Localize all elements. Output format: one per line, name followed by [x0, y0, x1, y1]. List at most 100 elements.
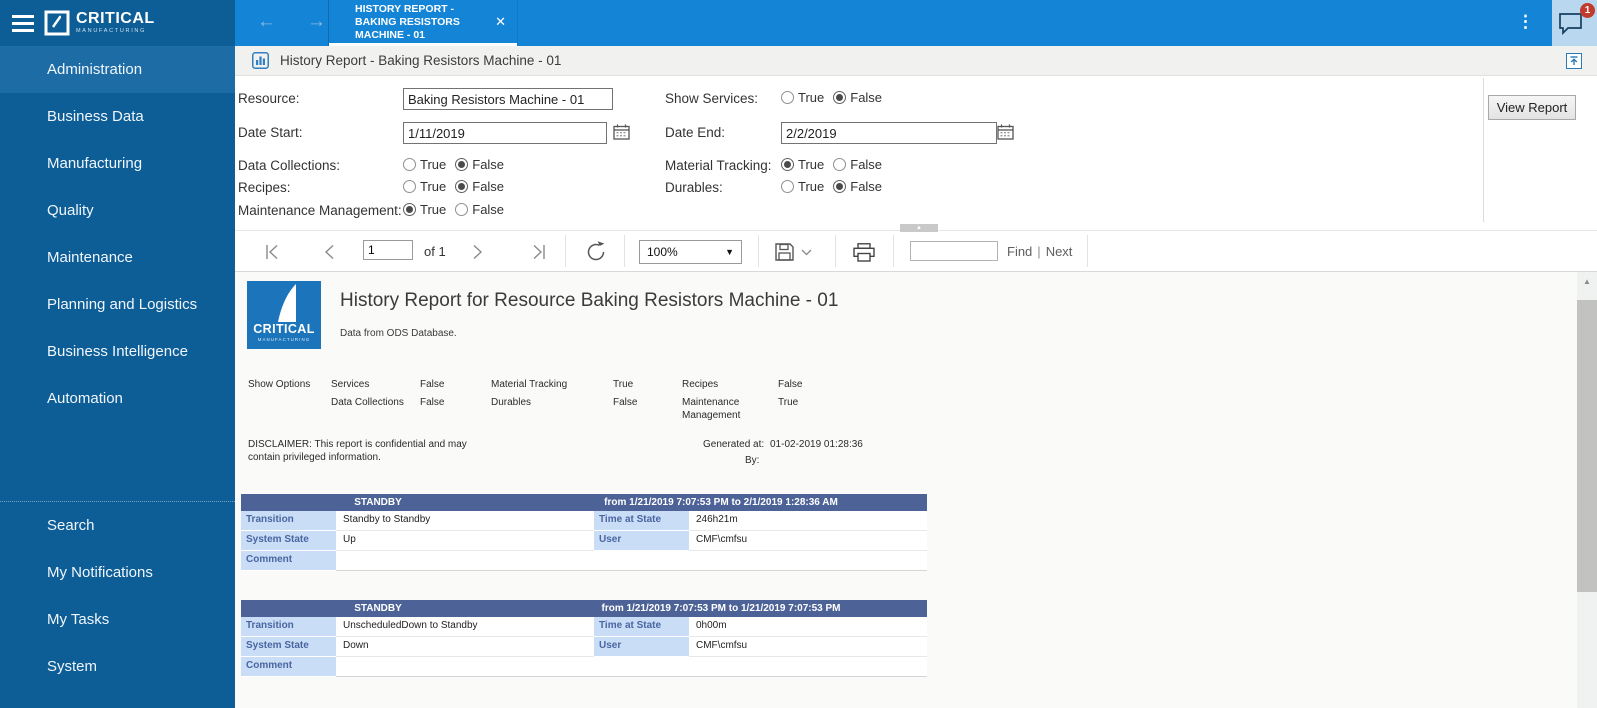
back-arrow-icon[interactable]: ←: [257, 11, 276, 33]
find-link[interactable]: Find: [1007, 244, 1032, 259]
sidebar-item-maintenance[interactable]: Maintenance: [0, 234, 235, 281]
previous-page-icon[interactable]: [323, 244, 335, 260]
radio-circle-icon[interactable]: [833, 158, 846, 171]
radio-circle-icon[interactable]: [455, 180, 468, 193]
generated-at-value: 01-02-2019 01:28:36: [770, 438, 863, 451]
recipes-true-radio[interactable]: True: [403, 179, 446, 194]
page-count-label: of 1: [424, 244, 446, 259]
find-input[interactable]: [910, 241, 998, 261]
sidebar-item-administration[interactable]: Administration: [0, 46, 235, 93]
radio-circle-icon[interactable]: [781, 158, 794, 171]
radio-circle-icon[interactable]: [781, 91, 794, 104]
radio-circle-icon[interactable]: [455, 158, 468, 171]
row-label: System State: [241, 531, 336, 551]
date-end-input[interactable]: [781, 122, 997, 144]
kebab-menu-icon[interactable]: ⋮: [1517, 13, 1534, 30]
scroll-up-icon[interactable]: ▲: [1577, 272, 1597, 290]
date-end-calendar-icon[interactable]: [997, 124, 1014, 140]
forward-arrow-icon[interactable]: →: [307, 11, 326, 33]
date-end-label: Date End:: [665, 125, 725, 140]
row-label: Comment: [241, 657, 336, 677]
sidebar-item-manufacturing[interactable]: Manufacturing: [0, 140, 235, 187]
material-tracking-radio-group: True False: [781, 156, 891, 172]
table-row: Comment: [241, 551, 927, 571]
sidebar-item-automation[interactable]: Automation: [0, 375, 235, 422]
report-subtitle: Data from ODS Database.: [340, 328, 457, 339]
last-page-icon[interactable]: [530, 244, 548, 260]
sidebar-item-business-data[interactable]: Business Data: [0, 93, 235, 140]
tab-close-icon[interactable]: ✕: [495, 15, 506, 28]
refresh-icon[interactable]: [584, 240, 608, 264]
next-link[interactable]: Next: [1046, 244, 1073, 259]
sidebar-item-system[interactable]: System: [0, 643, 235, 690]
date-start-input[interactable]: [403, 122, 607, 144]
disclaimer-text: DISCLAIMER: This report is confidential …: [248, 438, 493, 464]
zoom-select[interactable]: 100% ▼: [639, 240, 742, 264]
durables-radio-group: True False: [781, 178, 891, 194]
radio-circle-icon[interactable]: [833, 180, 846, 193]
print-icon[interactable]: [853, 243, 875, 262]
radio-circle-icon[interactable]: [403, 203, 416, 216]
state-name: STANDBY: [241, 494, 515, 511]
report-logo-sail-icon: [247, 281, 321, 325]
table-row: Transition Standby to Standby Time at St…: [241, 511, 927, 531]
save-export-icon[interactable]: [775, 243, 794, 261]
maintenance-management-false-radio[interactable]: False: [455, 202, 504, 217]
next-page-icon[interactable]: [472, 244, 484, 260]
sidebar-item-search[interactable]: Search: [0, 502, 235, 549]
data-collections-true-radio[interactable]: True: [403, 157, 446, 172]
date-start-label: Date Start:: [238, 125, 303, 140]
material-tracking-true-radio[interactable]: True: [781, 157, 824, 172]
radio-circle-icon[interactable]: [833, 91, 846, 104]
option-name: Maintenance Management: [682, 396, 768, 422]
table-row: Transition UnscheduledDown to Standby Ti…: [241, 617, 927, 637]
radio-circle-icon[interactable]: [403, 158, 416, 171]
show-services-true-radio[interactable]: True: [781, 90, 824, 105]
row-value: 0h00m: [689, 617, 927, 636]
recipes-false-radio[interactable]: False: [455, 179, 504, 194]
radio-circle-icon[interactable]: [455, 203, 468, 216]
resource-label: Resource:: [238, 91, 300, 106]
option-value: True: [778, 396, 798, 409]
sidebar-item-my-notifications[interactable]: My Notifications: [0, 549, 235, 596]
date-start-calendar-icon[interactable]: [613, 124, 630, 140]
radio-circle-icon[interactable]: [403, 180, 416, 193]
maintenance-management-true-radio[interactable]: True: [403, 202, 446, 217]
report-logo: CRITICAL MANUFACTURING: [247, 281, 321, 349]
sidebar-item-planning-logistics[interactable]: Planning and Logistics: [0, 281, 235, 328]
state-name: STANDBY: [241, 600, 515, 617]
data-collections-false-radio[interactable]: False: [455, 157, 504, 172]
page-number-input[interactable]: [363, 240, 413, 260]
vertical-scrollbar[interactable]: ▲: [1577, 272, 1597, 708]
scrollbar-thumb[interactable]: [1577, 300, 1597, 592]
save-dropdown-chevron-icon[interactable]: [801, 249, 812, 256]
brand-subtitle: MANUFACTURING: [76, 29, 155, 35]
chevron-down-icon: ▼: [725, 247, 734, 257]
row-value: [336, 657, 927, 676]
tab-history-report[interactable]: HISTORY REPORT - BAKING RESISTORS MACHIN…: [328, 0, 518, 46]
material-tracking-false-radio[interactable]: False: [833, 157, 882, 172]
row-label: Transition: [241, 617, 336, 637]
durables-true-radio[interactable]: True: [781, 179, 824, 194]
option-name: Material Tracking: [491, 378, 567, 391]
notification-badge: 1: [1580, 3, 1595, 18]
sidebar-header: CRITICAL MANUFACTURING: [0, 0, 235, 46]
notifications-chat-button[interactable]: 1: [1552, 0, 1597, 46]
resource-input[interactable]: [403, 88, 613, 110]
sidebar-item-my-tasks[interactable]: My Tasks: [0, 596, 235, 643]
state-period: from 1/21/2019 7:07:53 PM to 2/1/2019 1:…: [515, 494, 927, 511]
radio-circle-icon[interactable]: [781, 180, 794, 193]
params-divider: [1483, 78, 1484, 222]
first-page-icon[interactable]: [263, 244, 281, 260]
hamburger-menu-icon[interactable]: [12, 11, 34, 36]
view-report-button[interactable]: View Report: [1488, 95, 1576, 120]
show-services-false-radio[interactable]: False: [833, 90, 882, 105]
durables-label: Durables:: [665, 180, 723, 195]
sidebar-item-business-intelligence[interactable]: Business Intelligence: [0, 328, 235, 375]
splitter-collapse-handle[interactable]: ▲: [900, 224, 938, 232]
durables-false-radio[interactable]: False: [833, 179, 882, 194]
maximize-panel-icon[interactable]: [1566, 53, 1582, 69]
tab-title: HISTORY REPORT - BAKING RESISTORS MACHIN…: [329, 0, 487, 42]
row-value: 246h21m: [689, 511, 927, 530]
sidebar-item-quality[interactable]: Quality: [0, 187, 235, 234]
